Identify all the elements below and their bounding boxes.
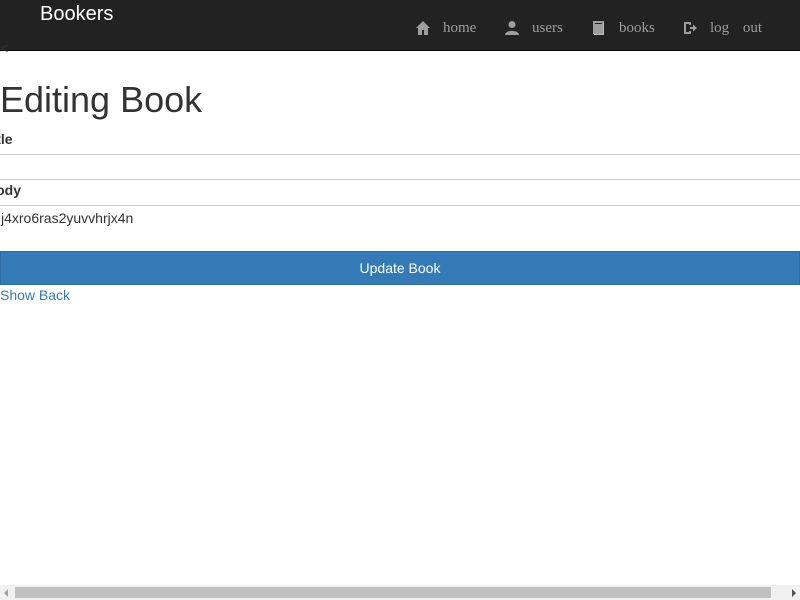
body-textarea[interactable]: j4xro6ras2yuvvhrjx4n [0,205,800,250]
nav-item-label: books [619,20,655,36]
nav-item-label: users [532,20,563,36]
nav-item-books[interactable]: books [591,18,655,37]
update-book-button[interactable]: Update Book [0,251,800,285]
back-link[interactable]: Back [39,287,70,303]
scrollbar-thumb[interactable] [15,587,771,598]
title-input[interactable] [0,154,800,180]
scroll-left-icon[interactable] [4,589,8,597]
page-title: Editing Book [0,79,203,120]
brand-link[interactable]: Bookers [40,3,113,26]
horizontal-scrollbar[interactable] [0,585,800,600]
user-icon [504,20,520,36]
book-icon [591,20,607,36]
nav-item-home[interactable]: home [415,18,476,37]
nav-item-users[interactable]: users [504,18,563,37]
scroll-right-icon[interactable] [792,589,796,597]
body-label: Body [0,182,21,198]
home-icon [415,20,431,36]
top-navbar: Bookers home users books log out [0,0,800,51]
action-links: Show Back [0,287,70,303]
title-label: Title [0,131,13,147]
nav-item-label: home [443,20,477,36]
nav-item-log-out[interactable]: log out [682,18,762,37]
show-link[interactable]: Show [0,287,35,303]
log-out-icon [682,20,698,36]
back-glyph: < [0,40,9,56]
nav-item-label: log out [710,20,763,36]
